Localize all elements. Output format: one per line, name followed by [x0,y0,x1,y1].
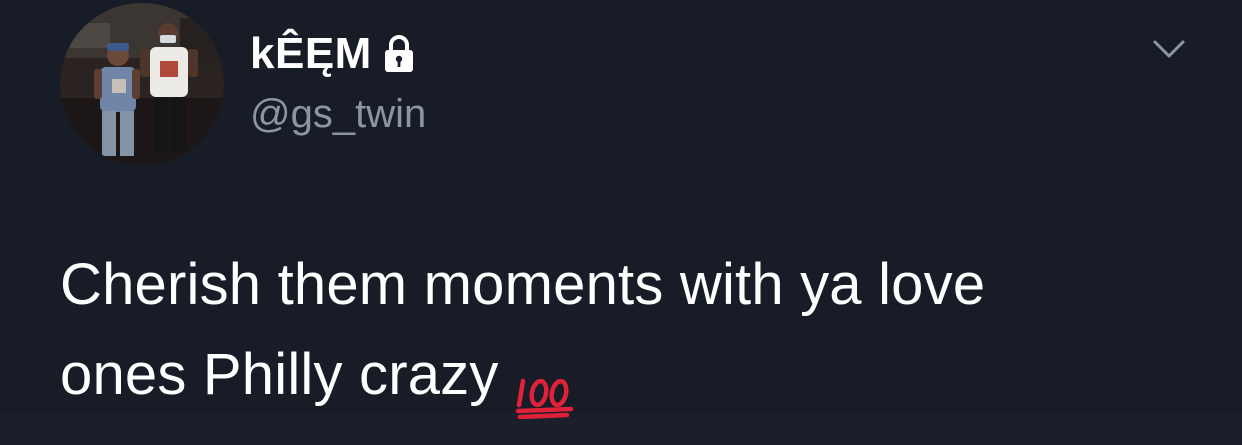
display-name[interactable]: kÊĘM [250,28,372,80]
hundred-points-emoji-icon [515,355,577,419]
lock-icon [382,33,416,75]
chevron-down-icon[interactable] [1152,36,1186,62]
user-name-row: kÊĘM [250,28,416,80]
tweet-card: kÊĘM @gs_twin Cherish them moments with … [0,0,1242,419]
tweet-text-line-2-text: ones Philly crazy [60,342,499,407]
tweet-text-line-2: ones Philly crazy [60,330,1200,420]
avatar-photo [60,3,224,165]
tweet-text-line-1: Cherish them moments with ya love [60,252,986,317]
avatar[interactable] [60,3,224,165]
tweet-text: Cherish them moments with ya love ones P… [60,240,1200,420]
user-handle[interactable]: @gs_twin [250,90,426,138]
